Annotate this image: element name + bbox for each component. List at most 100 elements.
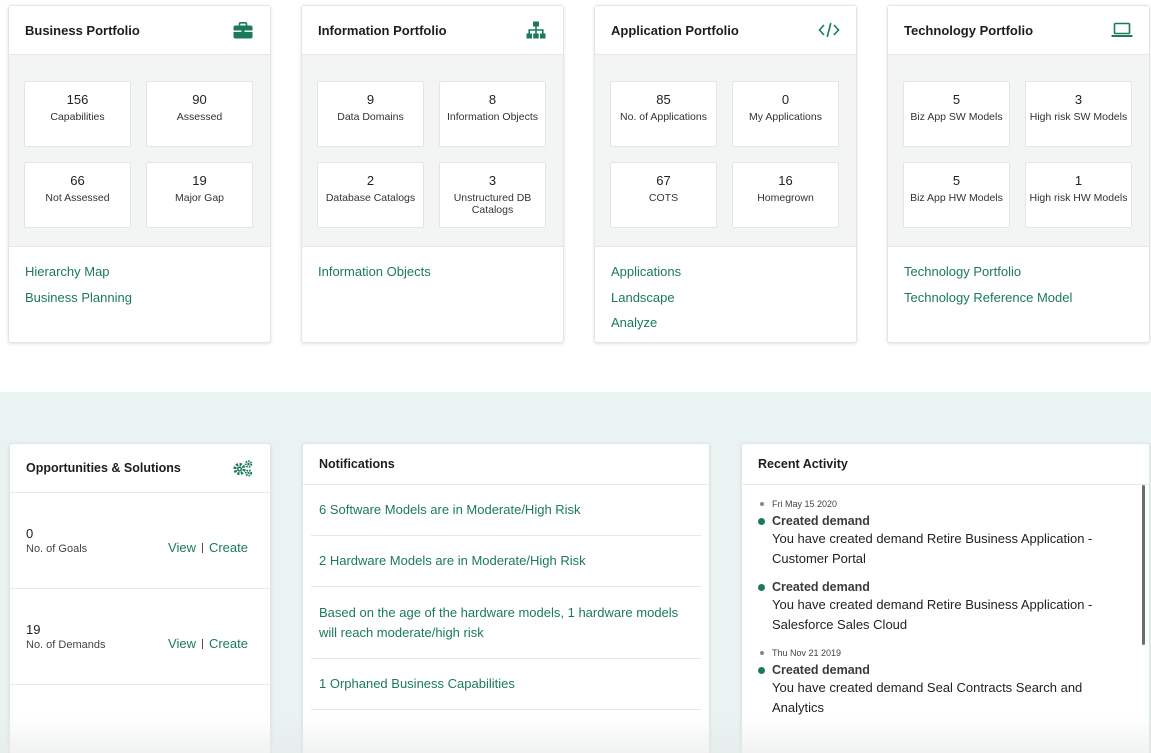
demands-row: 19 No. of Demands View Create [10, 589, 270, 685]
notification-link[interactable]: 2 Hardware Models are in Moderate/High R… [319, 551, 586, 571]
stat-label: Database Catalogs [325, 192, 416, 204]
stat-value: 1 [1074, 173, 1083, 188]
stat-label: Biz App HW Models [910, 192, 1003, 204]
stat-tile: 8 Information Objects [439, 81, 546, 147]
separator [201, 543, 203, 553]
stat-value: 66 [70, 173, 85, 188]
stat-value: 67 [656, 173, 671, 188]
technology-reference-model-link[interactable]: Technology Reference Model [904, 285, 1133, 311]
stat-value: 3 [1074, 92, 1083, 107]
notification-item: 2 Hardware Models are in Moderate/High R… [311, 536, 701, 587]
business-planning-link[interactable]: Business Planning [25, 285, 254, 311]
stat-label: Assessed [176, 111, 223, 123]
stat-label: Information Objects [446, 111, 539, 123]
activity-text: You have created demand Retire Business … [772, 531, 1093, 566]
stat-tile: 156 Capabilities [24, 81, 131, 147]
panel-title: Opportunities & Solutions [26, 461, 181, 475]
card-links: Technology Portfolio Technology Referenc… [888, 247, 1149, 322]
information-objects-link[interactable]: Information Objects [318, 259, 547, 285]
panel-header: Notifications [303, 444, 709, 485]
card-header: Information Portfolio [302, 6, 563, 55]
stat-label: Homegrown [757, 192, 814, 204]
stat-label: COTS [648, 192, 679, 204]
demands-label: No. of Demands [26, 639, 106, 651]
stat-tile: 3 High risk SW Models [1025, 81, 1132, 147]
business-portfolio-card: Business Portfolio 156 Capabilities 90 Ass… [8, 5, 271, 343]
goals-label: No. of Goals [26, 543, 88, 555]
stat-label: High risk HW Models [1029, 192, 1128, 204]
hierarchy-map-link[interactable]: Hierarchy Map [25, 259, 254, 285]
activity-title: Created demand [772, 514, 870, 528]
stats-grid: 156 Capabilities 90 Assessed 66 Not Assesse… [9, 55, 270, 247]
stat-label: No. of Applications [620, 111, 707, 123]
activity-item: Created demand You have created demand R… [758, 513, 1149, 569]
stat-label: My Applications [749, 111, 822, 123]
stat-tile: 67 COTS [610, 162, 717, 228]
card-header: Application Portfolio [595, 6, 856, 55]
technology-portfolio-link[interactable]: Technology Portfolio [904, 259, 1133, 285]
stat-tile: 5 Biz App HW Models [903, 162, 1010, 228]
notification-link[interactable]: 6 Software Models are in Moderate/High R… [319, 500, 581, 520]
notifications-panel: Notifications 6 Software Models are in M… [302, 443, 710, 753]
stat-tile: 3 Unstructured DB Catalogs [439, 162, 546, 228]
card-title: Technology Portfolio [904, 22, 1034, 38]
activity-date: Fri May 15 2020 [758, 498, 1149, 510]
notification-link[interactable]: 1 Orphaned Business Capabilities [319, 674, 515, 694]
card-header: Business Portfolio [9, 6, 270, 55]
create-demand-link[interactable]: Create [209, 636, 248, 651]
stat-value: 9 [366, 92, 375, 107]
stat-value: 5 [952, 173, 961, 188]
panel-header: Recent Activity [742, 444, 1149, 485]
panel-title: Notifications [319, 457, 395, 471]
stats-grid: 9 Data Domains 8 Information Objects 2 Data… [302, 55, 563, 247]
portfolio-row: Business Portfolio 156 Capabilities 90 Ass… [8, 5, 1150, 343]
notification-link[interactable]: Based on the age of the hardware models,… [319, 603, 693, 643]
activity-item: Created demand You have created demand S… [758, 662, 1149, 718]
stat-value: 19 [192, 173, 207, 188]
stat-value: 156 [66, 92, 89, 107]
card-header: Technology Portfolio [888, 6, 1149, 55]
applications-link[interactable]: Applications [611, 259, 840, 285]
notification-item: 1 Orphaned Business Capabilities [311, 659, 701, 710]
card-links: Applications Landscape Analyze [595, 247, 856, 348]
stat-label: High risk SW Models [1029, 111, 1128, 123]
goals-actions: View Create [168, 540, 248, 555]
landscape-link[interactable]: Landscape [611, 285, 840, 311]
create-goal-link[interactable]: Create [209, 540, 248, 555]
stat-value: 2 [366, 173, 375, 188]
card-title: Application Portfolio [611, 22, 739, 38]
demands-count: 19 [26, 622, 41, 637]
stat-value: 8 [488, 92, 497, 107]
stat-tile: 16 Homegrown [732, 162, 839, 228]
stat-value: 5 [952, 92, 961, 107]
stat-tile: 90 Assessed [146, 81, 253, 147]
code-icon [818, 20, 840, 40]
view-goals-link[interactable]: View [168, 540, 196, 555]
notification-item: Based on the age of the hardware models,… [311, 587, 701, 659]
panel-header: Opportunities & Solutions [10, 444, 270, 493]
notification-item: 6 Software Models are in Moderate/High R… [311, 485, 701, 536]
stat-tile: 5 Biz App SW Models [903, 81, 1010, 147]
stat-value: 16 [778, 173, 793, 188]
briefcase-icon [232, 20, 254, 40]
activity-date: Thu Nov 21 2019 [758, 647, 1149, 659]
card-title: Information Portfolio [318, 22, 447, 38]
stat-tile: 1 High risk HW Models [1025, 162, 1132, 228]
analyze-link[interactable]: Analyze [611, 310, 840, 336]
activity-text: You have created demand Retire Business … [772, 597, 1093, 632]
goals-row: 0 No. of Goals View Create [10, 493, 270, 589]
hierarchy-icon [525, 20, 547, 40]
card-links: Hierarchy Map Business Planning [9, 247, 270, 322]
goals-count: 0 [26, 526, 34, 541]
technology-portfolio-card: Technology Portfolio 5 Biz App SW Models … [887, 5, 1150, 343]
recent-activity-panel: Recent Activity Fri May 15 2020 Created … [741, 443, 1150, 753]
stat-value: 85 [656, 92, 671, 107]
stat-label: Biz App SW Models [910, 111, 1003, 123]
stat-tile: 2 Database Catalogs [317, 162, 424, 228]
stat-tile: 19 Major Gap [146, 162, 253, 228]
stat-tile: 85 No. of Applications [610, 81, 717, 147]
stat-value: 90 [192, 92, 207, 107]
view-demands-link[interactable]: View [168, 636, 196, 651]
activity-title: Created demand [772, 663, 870, 677]
laptop-icon [1111, 20, 1133, 40]
